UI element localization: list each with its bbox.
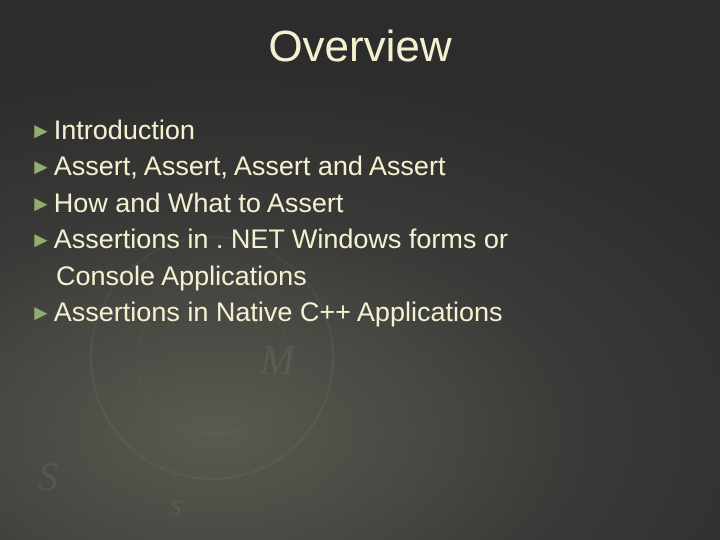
bullet-item: ►Assert, Assert, Assert and Assert xyxy=(30,148,680,184)
decor-letter: M xyxy=(260,337,295,385)
triangle-right-icon: ► xyxy=(30,116,52,146)
bullet-text: Assertions in Native C++ Applications xyxy=(54,297,503,327)
decor-letter: s xyxy=(170,488,182,522)
slide-title: Overview xyxy=(0,22,720,72)
decor-letter: S xyxy=(38,453,58,500)
bullet-text: Assert, Assert, Assert and Assert xyxy=(54,151,446,181)
triangle-right-icon: ► xyxy=(30,152,52,182)
triangle-right-icon: ► xyxy=(30,225,52,255)
slide: Overview ►Introduction ►Assert, Assert, … xyxy=(0,0,720,540)
bullet-text: How and What to Assert xyxy=(54,188,344,218)
bullet-text: Introduction xyxy=(54,115,195,145)
bullet-item: ►Assertions in . NET Windows forms or Co… xyxy=(30,221,680,294)
triangle-right-icon: ► xyxy=(30,189,52,219)
bullet-item: ►Assertions in Native C++ Applications xyxy=(30,294,680,330)
bullet-text: Assertions in . NET Windows forms or xyxy=(54,224,508,254)
bullet-item: ►How and What to Assert xyxy=(30,185,680,221)
triangle-right-icon: ► xyxy=(30,298,52,328)
slide-content: ►Introduction ►Assert, Assert, Assert an… xyxy=(30,112,680,331)
bullet-item: ►Introduction xyxy=(30,112,680,148)
bullet-continuation: Console Applications xyxy=(56,258,680,294)
